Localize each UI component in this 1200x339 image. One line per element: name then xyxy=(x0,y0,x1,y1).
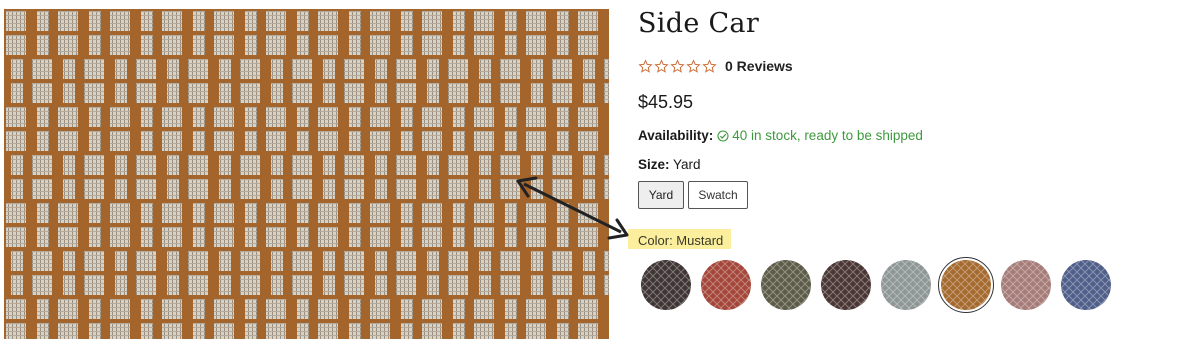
color-swatch-2[interactable] xyxy=(698,257,754,313)
color-swatches xyxy=(638,257,1114,313)
color-swatch-6[interactable] xyxy=(938,257,994,313)
size-label: Size: Yard xyxy=(638,157,701,172)
reviews-count[interactable]: 0 Reviews xyxy=(725,58,793,74)
availability-label: Availability: xyxy=(638,128,714,143)
size-options: Yard Swatch xyxy=(638,181,748,209)
product-price: $45.95 xyxy=(638,92,694,112)
product-image[interactable] xyxy=(4,9,609,339)
color-label: Color: Mustard xyxy=(628,229,732,249)
color-swatch-5[interactable] xyxy=(878,257,934,313)
star-outline-icon[interactable] xyxy=(702,58,717,74)
size-option-swatch[interactable]: Swatch xyxy=(688,181,748,209)
check-circle-icon xyxy=(717,129,729,142)
star-outline-icon[interactable] xyxy=(670,58,685,74)
color-swatch-1[interactable] xyxy=(638,257,694,313)
star-outline-icon[interactable] xyxy=(654,58,669,74)
color-swatch-3[interactable] xyxy=(758,257,814,313)
size-label-text: Size: xyxy=(638,157,670,172)
rating-row: 0 Reviews xyxy=(638,56,793,76)
color-swatch-8[interactable] xyxy=(1058,257,1114,313)
star-outline-icon[interactable] xyxy=(638,58,653,74)
size-option-yard[interactable]: Yard xyxy=(638,181,684,209)
availability-value: 40 in stock, ready to be shipped xyxy=(732,128,923,143)
color-swatch-4[interactable] xyxy=(818,257,874,313)
color-swatch-7[interactable] xyxy=(998,257,1054,313)
star-outline-icon[interactable] xyxy=(686,58,701,74)
rating-stars[interactable] xyxy=(638,58,717,74)
availability-row: Availability: 40 in stock, ready to be s… xyxy=(638,128,923,143)
size-selected-value: Yard xyxy=(673,157,701,172)
product-title: Side Car xyxy=(638,8,760,39)
fabric-pattern xyxy=(4,9,609,339)
